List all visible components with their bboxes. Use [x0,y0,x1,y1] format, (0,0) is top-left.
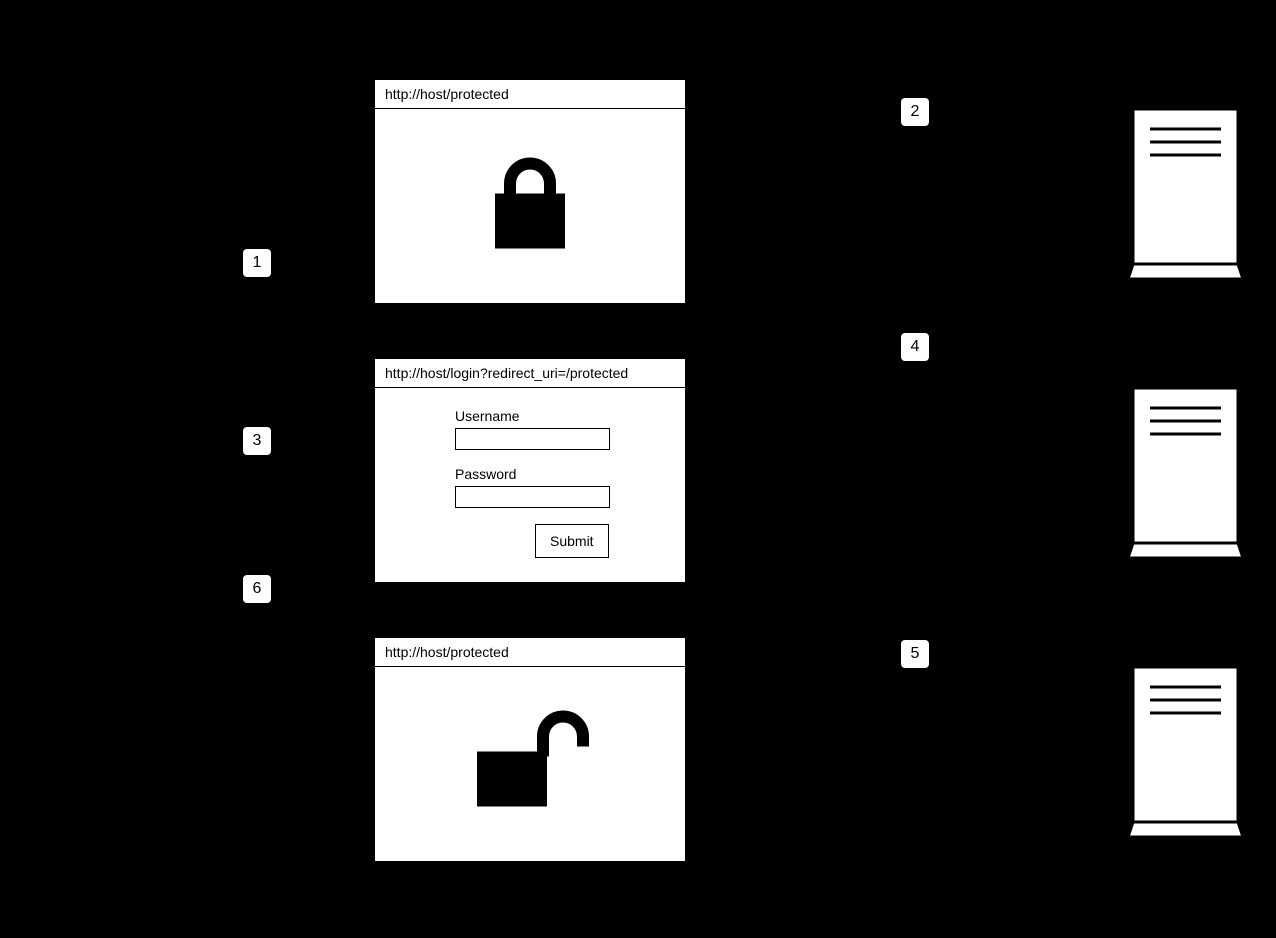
browser-content-3 [375,667,685,860]
browser-content-1 [375,109,685,302]
step-badge-6: 6 [243,575,271,603]
username-input[interactable] [455,428,610,450]
step-badge-2: 2 [901,98,929,126]
step-badge-5: 5 [901,640,929,668]
url-bar-1: http://host/protected [375,80,685,109]
browser-protected-unlocked: http://host/protected [373,636,687,863]
username-label: Username [455,408,615,424]
step-badge-4: 4 [901,333,929,361]
browser-protected-locked: http://host/protected [373,78,687,305]
lock-open-icon [465,706,595,821]
lock-closed-icon [485,153,575,258]
server-icon-2 [1128,386,1243,566]
login-form: Username Password Submit [375,388,685,578]
step-badge-1: 1 [243,249,271,277]
url-bar-3: http://host/protected [375,638,685,667]
browser-content-2: Username Password Submit [375,388,685,581]
url-bar-2: http://host/login?redirect_uri=/protecte… [375,359,685,388]
browser-login: http://host/login?redirect_uri=/protecte… [373,357,687,584]
step-badge-3: 3 [243,427,271,455]
password-input[interactable] [455,486,610,508]
server-icon-3 [1128,665,1243,845]
submit-button[interactable]: Submit [535,524,609,558]
password-label: Password [455,466,615,482]
server-icon-1 [1128,107,1243,287]
